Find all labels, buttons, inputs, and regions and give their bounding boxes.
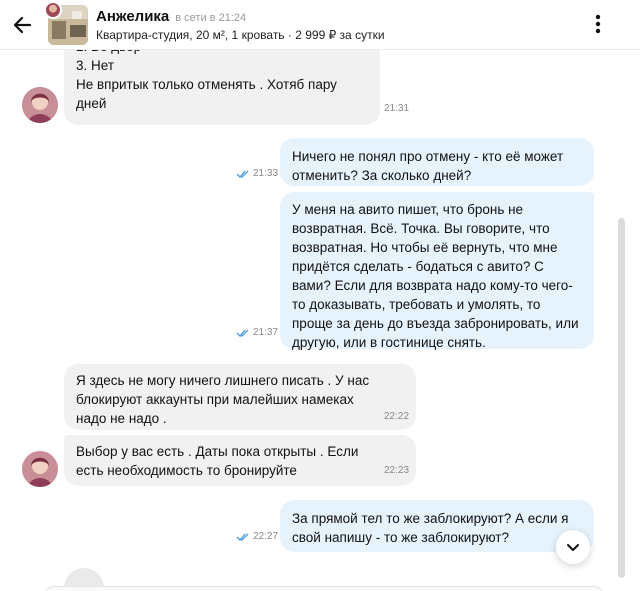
more-options-button[interactable] (588, 12, 608, 36)
avatar-image (22, 87, 58, 123)
scroll-to-bottom-button[interactable] (556, 530, 590, 564)
contact-avatar-small (44, 1, 62, 19)
message-time: 21:33 (253, 168, 279, 179)
contact-name: Анжелика (96, 8, 170, 25)
message-time: 22:22 (384, 411, 410, 422)
message-time-status: 21:33 (236, 168, 278, 179)
message-text: Выбор у вас есть . Даты пока открыты . Е… (76, 444, 359, 478)
listing-info[interactable]: Квартира-студия, 20 м², 1 кровать · 2 99… (96, 28, 385, 42)
message-outgoing[interactable]: У меня на авито пишет, что бронь не возв… (280, 192, 594, 350)
message-incoming[interactable]: 2. Во двор 3. Нет Не впритык только отме… (64, 39, 380, 125)
message-text: У меня на авито пишет, что бронь не возв… (292, 202, 579, 350)
message-incoming[interactable]: Я здесь не могу ничего лишнего писать . … (64, 364, 416, 430)
message-time-status: 22:27 (236, 531, 278, 542)
chevron-down-icon (567, 544, 579, 551)
double-check-icon (236, 533, 249, 541)
message-time-status: 21:37 (236, 327, 278, 338)
contact-avatar[interactable] (22, 451, 58, 487)
message-text: За прямой тел то же заблокируют? А если … (292, 511, 569, 545)
message-text: Я здесь не могу ничего лишнего писать . … (76, 373, 370, 426)
double-check-icon (236, 329, 249, 337)
message-text: Ничего не понял про отмену - кто её може… (292, 149, 564, 183)
contact-name-row[interactable]: Анжелика в сети в 21:24 (96, 8, 246, 25)
scrollbar-thumb[interactable] (618, 218, 625, 578)
message-time: 21:31 (384, 103, 410, 114)
avatar-image (22, 451, 58, 487)
chat-header: Анжелика в сети в 21:24 Квартира-студия,… (0, 0, 640, 50)
online-status: в сети в 21:24 (175, 12, 247, 24)
message-input[interactable] (44, 586, 604, 591)
message-time: 22:23 (384, 465, 410, 476)
message-time: 21:37 (253, 327, 279, 338)
message-incoming[interactable]: Выбор у вас есть . Даты пока открыты . Е… (64, 435, 416, 486)
message-outgoing[interactable]: Ничего не понял про отмену - кто её може… (280, 138, 594, 186)
more-vertical-icon (595, 14, 601, 34)
double-check-icon (236, 170, 249, 178)
back-button[interactable] (10, 12, 36, 38)
contact-avatar[interactable] (22, 87, 58, 123)
message-outgoing[interactable]: За прямой тел то же заблокируют? А если … (280, 500, 594, 552)
message-time: 22:27 (253, 531, 279, 542)
arrow-left-icon (13, 16, 32, 34)
